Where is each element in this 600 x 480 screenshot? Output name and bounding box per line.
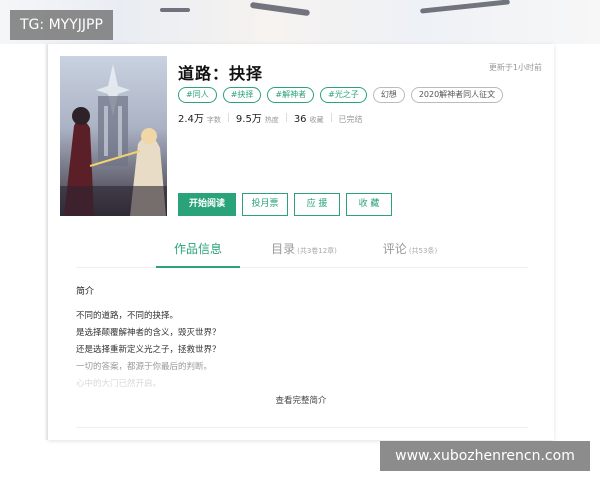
watermark-top-left: TG: MYYJJPP xyxy=(10,10,113,40)
active-tab-indicator xyxy=(156,266,240,268)
view-full-intro-link[interactable]: 查看完整简介 xyxy=(48,394,554,406)
start-reading-button[interactable]: 开始阅读 xyxy=(178,193,236,216)
event-tag[interactable]: 2020解神者同人征文 xyxy=(410,87,504,103)
update-time: 更新于1小时前 xyxy=(488,63,542,72)
intro-line: 还是选择重新定义光之子，拯救世界？ xyxy=(76,345,221,355)
tab-book-info[interactable]: 作品信息 xyxy=(156,240,240,266)
book-stats: 2.4万 字数 9.5万 热度 36 收藏 已完结 xyxy=(178,110,363,125)
cover-artwork xyxy=(60,56,167,216)
favorites-stat: 36 收藏 xyxy=(294,114,324,125)
heat-value: 9.5万 xyxy=(235,114,262,125)
favorites-unit: 收藏 xyxy=(309,116,324,124)
tab-sublabel: (共53条) xyxy=(408,247,438,255)
stat-divider xyxy=(285,113,287,122)
support-button[interactable]: 应 援 xyxy=(294,193,340,216)
intro-line: 心中的大门已然开启。 xyxy=(76,379,162,389)
tab-sublabel: (共3卷12章) xyxy=(297,247,337,255)
book-title: 道路：抉择 xyxy=(178,64,264,83)
collect-button[interactable]: 收 藏 xyxy=(346,193,392,216)
word-count-value: 2.4万 xyxy=(178,114,204,125)
tab-catalog[interactable]: 目录 (共3卷12章) xyxy=(262,240,346,266)
banner-figure xyxy=(419,0,511,14)
tab-comments[interactable]: 评论 (共53条) xyxy=(368,240,452,266)
intro-line: 是选择颠覆解神者的含义，毁灭世界？ xyxy=(76,328,221,338)
book-cover[interactable] xyxy=(60,56,167,216)
tab-label: 作品信息 xyxy=(173,242,222,256)
book-info-card: 道路：抉择 更新于1小时前 #同人 #抉择 #解神者 #光之子 幻想 2020解… xyxy=(48,44,554,440)
category-tag[interactable]: 幻想 xyxy=(372,87,405,103)
heat-stat: 9.5万 热度 xyxy=(236,110,279,125)
tag-item[interactable]: #解神者 xyxy=(267,87,315,103)
banner-figure xyxy=(249,1,311,17)
word-count-unit: 字数 xyxy=(206,116,221,124)
stat-divider xyxy=(330,113,332,122)
stat-divider xyxy=(227,113,229,122)
intro-line: 不同的道路，不同的抉择。 xyxy=(76,311,179,321)
watermark-bottom-right: www.xubozhenrencn.com xyxy=(380,441,590,471)
action-buttons: 开始阅读 投月票 应 援 收 藏 xyxy=(178,193,392,216)
word-count-stat: 2.4万 字数 xyxy=(178,110,221,125)
section-divider xyxy=(76,427,528,428)
monthly-ticket-button[interactable]: 投月票 xyxy=(242,193,288,216)
tag-list: #同人 #抉择 #解神者 #光之子 幻想 2020解神者同人征文 xyxy=(178,87,504,103)
tab-divider xyxy=(76,267,528,268)
completion-status: 已完结 xyxy=(338,115,363,124)
intro-line: 一切的答案，都源于你最后的判断。 xyxy=(76,362,213,372)
intro-heading: 简介 xyxy=(76,287,95,297)
banner-figure xyxy=(160,8,190,12)
tab-label: 目录 xyxy=(271,242,296,256)
tag-item[interactable]: #抉择 xyxy=(222,87,262,103)
tag-item[interactable]: #光之子 xyxy=(320,87,367,103)
favorites-value: 36 xyxy=(293,114,307,125)
tab-bar: 作品信息 目录 (共3卷12章) 评论 (共53条) xyxy=(156,240,452,266)
intro-text: 不同的道路，不同的抉择。 是选择颠覆解神者的含义，毁灭世界？ 还是选择重新定义光… xyxy=(76,308,516,393)
tab-label: 评论 xyxy=(382,242,407,256)
tag-item[interactable]: #同人 xyxy=(178,87,217,103)
heat-unit: 热度 xyxy=(264,116,279,124)
